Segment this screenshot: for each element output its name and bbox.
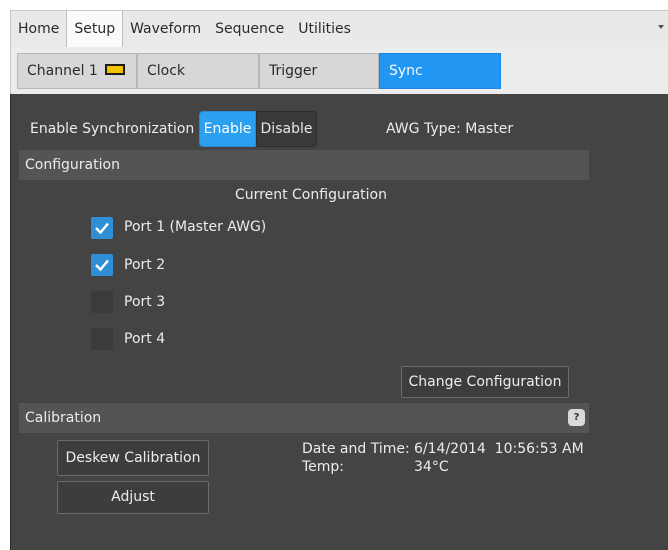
port-1-label: Port 1 (Master AWG): [124, 219, 267, 235]
menu-sequence[interactable]: Sequence: [208, 11, 291, 47]
main-menu-bar: Home Setup Waveform Sequence Utilities: [10, 10, 668, 48]
menu-home[interactable]: Home: [11, 11, 66, 47]
menu-waveform[interactable]: Waveform: [123, 11, 208, 47]
adjust-button[interactable]: Adjust: [57, 481, 209, 514]
setup-tab-bar: Channel 1 Clock Trigger Sync: [10, 47, 668, 94]
disable-button[interactable]: Disable: [256, 111, 317, 147]
date-time-value: 6/14/2014 10:56:53 AM: [414, 441, 584, 457]
port-2-checkbox[interactable]: [91, 254, 113, 276]
calibration-section-header: Calibration: [19, 403, 589, 433]
menu-overflow-arrow-icon[interactable]: [658, 25, 664, 29]
checkmark-icon: [95, 222, 109, 235]
port-3-label: Port 3: [124, 294, 166, 310]
tab-channel-1[interactable]: Channel 1: [17, 53, 137, 89]
channel-color-indicator-icon: [104, 64, 125, 75]
enable-button[interactable]: Enable: [199, 111, 256, 147]
menu-utilities[interactable]: Utilities: [291, 11, 358, 47]
tab-sync[interactable]: Sync: [379, 53, 501, 89]
tab-channel-1-label: Channel 1: [27, 63, 98, 79]
awg-type-label: AWG Type: Master: [386, 121, 514, 137]
port-1-checkbox[interactable]: [91, 217, 113, 239]
date-time-label: Date and Time:: [302, 441, 410, 457]
help-icon[interactable]: ?: [568, 409, 585, 426]
menu-setup[interactable]: Setup: [66, 10, 124, 48]
configuration-section-header: Configuration: [19, 150, 589, 180]
port-2-label: Port 2: [124, 257, 166, 273]
change-configuration-button[interactable]: Change Configuration: [401, 366, 569, 398]
tab-trigger[interactable]: Trigger: [259, 53, 379, 89]
temp-value: 34°C: [414, 459, 449, 475]
checkmark-icon: [95, 259, 109, 272]
current-configuration-title: Current Configuration: [235, 187, 387, 203]
port-4-label: Port 4: [124, 331, 166, 347]
tab-clock[interactable]: Clock: [137, 53, 259, 89]
temp-label: Temp:: [302, 459, 345, 475]
port-3-checkbox[interactable]: [91, 291, 113, 313]
deskew-calibration-button[interactable]: Deskew Calibration: [57, 440, 209, 476]
port-4-checkbox[interactable]: [91, 328, 113, 350]
enable-sync-label: Enable Synchronization: [30, 121, 195, 137]
